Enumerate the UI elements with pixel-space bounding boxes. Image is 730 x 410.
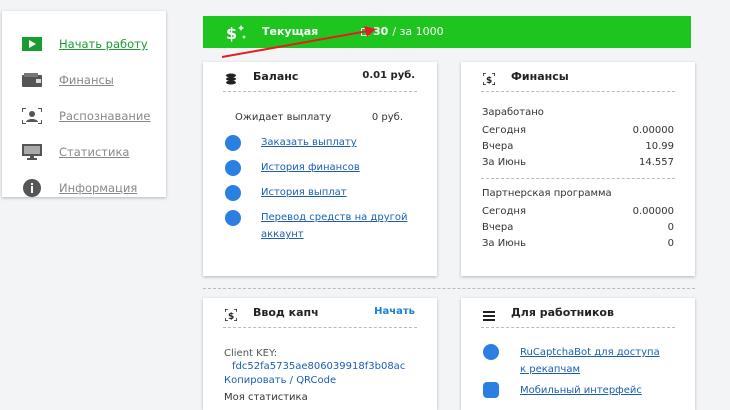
payout-history-link[interactable]: История выплат — [261, 187, 347, 198]
balance-card: Баланс 0.01 руб. Ожидает выплату 0 руб. … — [203, 62, 437, 276]
earned-today-label: Сегодня — [482, 125, 526, 136]
list-icon — [483, 306, 495, 325]
order-payout-link[interactable]: Заказать выплату — [261, 137, 357, 148]
bot-icon — [483, 344, 499, 360]
sidebar: Начать работу Финансы Распознавание Стат… — [2, 11, 166, 197]
monitor-icon — [21, 143, 43, 161]
dollar-box-icon: $ — [224, 306, 238, 325]
transfer-funds-link-cont[interactable]: аккаунт — [261, 229, 304, 240]
recognition-icon — [21, 107, 43, 125]
rucaptchabot-link[interactable]: RuCaptchaBot для доступа — [520, 347, 660, 358]
sidebar-item-label: Информация — [59, 181, 138, 195]
transfer-funds-link[interactable]: Перевод средств на другой — [261, 212, 407, 223]
sidebar-item-label: Статистика — [59, 145, 130, 159]
workers-title: Для работников — [511, 306, 614, 319]
earned-june-label: За Июнь — [482, 157, 527, 168]
finance-card: $ Финансы Заработано Сегодня 0.00000 Вче… — [461, 62, 695, 276]
clock-icon — [225, 185, 241, 201]
dollar-box-icon: $ — [482, 70, 496, 89]
earned-title: Заработано — [482, 107, 544, 118]
sidebar-item-label: Распознавание — [59, 109, 151, 123]
client-key-value[interactable]: fdc52fa5735ae806039918f3b08ac — [232, 361, 420, 372]
pending-label: Ожидает выплату — [235, 112, 332, 123]
partner-yesterday-value: 0 — [667, 222, 674, 233]
divider — [223, 91, 417, 92]
sidebar-item-start-work[interactable]: Начать работу — [2, 31, 166, 57]
payout-icon — [225, 135, 241, 151]
rucaptchabot-link-cont[interactable]: к рекапчам — [520, 364, 580, 375]
divider — [481, 327, 675, 328]
divider — [481, 178, 675, 179]
sidebar-item-finance[interactable]: Финансы — [2, 67, 166, 93]
divider — [481, 91, 675, 92]
divider — [223, 327, 417, 328]
partner-june-value: 0 — [667, 238, 674, 249]
partner-june-label: За Июнь — [482, 238, 527, 249]
sidebar-item-statistics[interactable]: Статистика — [2, 139, 166, 165]
pending-value: 0 руб. — [371, 112, 403, 123]
red-arrow-annotation — [221, 26, 376, 58]
captcha-title: Ввод капч — [253, 306, 319, 319]
partner-today-value: 0.00000 — [632, 206, 674, 217]
start-button[interactable]: Начать — [374, 306, 415, 317]
earned-today-value: 0.00000 — [632, 125, 674, 136]
mobile-interface-link[interactable]: Мобильный интерфейс — [520, 385, 642, 396]
coins-icon — [225, 70, 237, 89]
transfer-icon — [225, 210, 241, 226]
client-key-label: Client KEY: — [224, 348, 278, 359]
balance-amount: 0.01 руб. — [362, 70, 415, 81]
svg-text:$: $ — [486, 76, 492, 85]
sidebar-item-information[interactable]: Информация — [2, 175, 166, 201]
sidebar-item-label: Начать работу — [59, 37, 148, 51]
wallet-icon — [21, 71, 43, 89]
current-count-total: / за 1000 — [392, 25, 444, 38]
my-stats-label: Моя статистика — [224, 392, 308, 403]
earned-yesterday-label: Вчера — [482, 141, 514, 152]
partner-title: Партнерская программа — [482, 188, 612, 199]
balance-title: Баланс — [253, 70, 299, 83]
info-icon — [21, 179, 43, 197]
finance-history-link[interactable]: История финансов — [261, 162, 360, 173]
earned-june-value: 14.557 — [639, 157, 674, 168]
sidebar-item-label: Финансы — [59, 73, 114, 87]
history-icon — [225, 160, 241, 176]
earned-yesterday-value: 10.99 — [645, 141, 674, 152]
mobile-icon — [483, 382, 499, 398]
partner-today-label: Сегодня — [482, 206, 526, 217]
svg-text:$: $ — [228, 312, 234, 321]
sidebar-item-recognition[interactable]: Распознавание — [2, 103, 166, 129]
partner-yesterday-label: Вчера — [482, 222, 514, 233]
section-divider — [203, 288, 695, 289]
finance-title: Финансы — [511, 70, 569, 83]
workers-card: Для работников RuCaptchaBot для доступа … — [461, 298, 695, 410]
copy-qrcode-link[interactable]: Копировать / QRCode — [224, 375, 336, 386]
captcha-card: $ Ввод капч Начать Client KEY: fdc52fa57… — [203, 298, 437, 410]
play-icon — [21, 35, 43, 53]
